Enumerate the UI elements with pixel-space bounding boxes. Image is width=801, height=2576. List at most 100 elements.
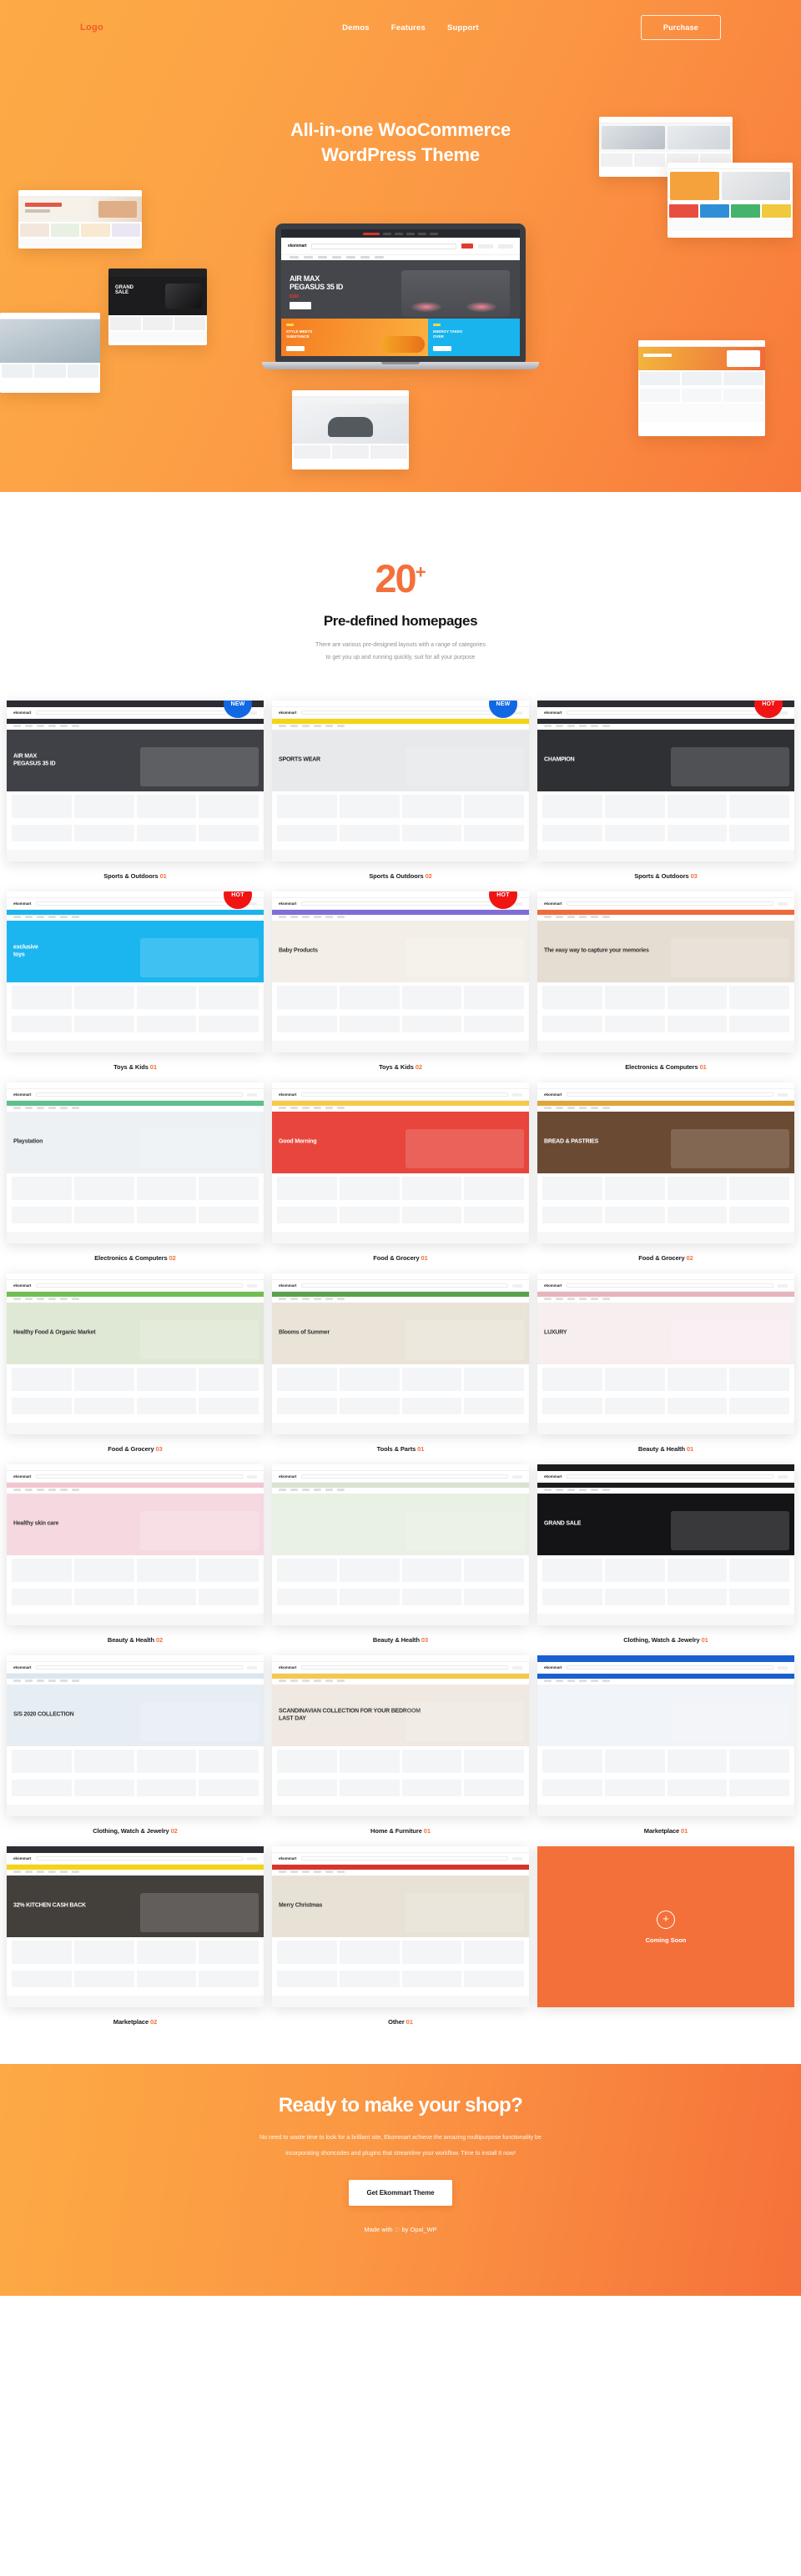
preview-nav [272,1679,529,1685]
demo-card-number: 01 [417,1445,425,1454]
coming-soon-card[interactable]: + Coming Soon [537,1846,794,2008]
preview-brand: ekommart [279,901,297,906]
preview-hero-image [406,1129,524,1169]
card-banner-headline: Playstation [13,1139,43,1145]
demo-card[interactable]: ekommart Playstation [7,1082,264,1244]
preview-footer [537,850,794,862]
preview-product-row [272,1937,529,1967]
nav-item-features[interactable]: Features [391,23,426,33]
site-logo[interactable]: Logo [80,23,103,33]
card-banner-headline: BREAD & PASTRIES [544,1139,599,1145]
preview-nav [537,1106,794,1112]
card-banner-headline: Blooms of Summer [279,1330,330,1336]
demo-card-number: 01 [159,872,167,881]
demo-card[interactable]: ekommart Blooms of Summer [272,1273,529,1435]
preview-topbar [537,1082,794,1090]
demo-card[interactable]: ekommart LUXURY [537,1273,794,1435]
preview-hero-banner: Playstation [7,1112,264,1174]
screen-contact-info [478,244,493,249]
demo-preview: ekommart [537,1655,794,1817]
demo-card[interactable]: ekommart S/S 2020 COLLECTION [7,1655,264,1817]
preview-search [35,1283,243,1288]
screen-banner-1: STYLE MEETS SUBSTANCE [281,319,428,356]
demo-card[interactable]: NEW ekommart SPORTS WEAR [272,700,529,862]
preview-icons [512,1474,522,1479]
preview-hero-banner: Healthy skin care [7,1494,264,1556]
preview-nav [7,1297,264,1303]
screen-search-bar [311,243,456,249]
demo-preview: ekommart Blooms of Summer [272,1273,529,1435]
demo-card[interactable]: HOT ekommart CHAMPION [537,700,794,862]
demo-cell: NEW ekommart SPORTS WEAR Sports & Outdoors … [272,689,529,880]
preview-product-row [272,1173,529,1203]
preview-icons [512,1283,522,1288]
demo-card-name: Electronics & Computers [625,1063,698,1072]
card-banner-headline: exclusive toys [13,944,38,958]
preview-product-row [537,1173,794,1203]
demo-cell: HOT ekommart exclusive toys Toys & Kids 01 [7,880,264,1071]
screen-header: ekommart [281,238,520,254]
preview-brand: ekommart [13,1474,32,1479]
demo-card-number: 02 [170,1827,178,1835]
screen-hero-headline: AIR MAX PEGASUS 35 ID [290,274,343,292]
demo-card[interactable]: ekommart Merry Christmas [272,1846,529,2008]
nav-item-demos[interactable]: Demos [342,23,370,33]
preview-topbar [272,1273,529,1281]
preview-footer [7,1614,264,1626]
demo-count-number: 20 [375,556,416,600]
demo-card[interactable]: NEW ekommart AIR MAX PEGASUS 35 ID [7,700,264,862]
preview-hero-banner: LUXURY [537,1303,794,1365]
demo-card[interactable]: ekommart SCANDINAVIAN COLLECTION FOR YOUR… [272,1655,529,1817]
demo-card[interactable]: ekommart The easy way to capture your mem… [537,891,794,1053]
preview-hero-image [140,938,259,978]
preview-product-row [272,1364,529,1394]
preview-hero-banner: 32% KITCHEN CASH BACK [7,1876,264,1938]
demo-card[interactable]: ekommart [272,1464,529,1626]
preview-brand: ekommart [544,1092,562,1097]
demo-card[interactable]: ekommart BREAD & PASTRIES [537,1082,794,1244]
demo-card[interactable]: ekommart GRAND SALE [537,1464,794,1626]
preview-nav [7,1106,264,1112]
preview-search [300,1856,508,1861]
demos-title: Pre-defined homepages [323,613,478,629]
card-banner-headline: The easy way to capture your memories [544,948,649,954]
preview-product-row [7,1585,264,1609]
preview-nav [272,724,529,730]
hero-mockup-grand-sale: GRAND SALE [108,269,207,345]
preview-search [300,1474,508,1479]
preview-hero-image [406,938,524,978]
preview-topbar [272,1846,529,1854]
get-theme-button[interactable]: Get Ekommart Theme [348,2179,453,2206]
demo-preview: ekommart BREAD & PASTRIES [537,1082,794,1244]
preview-topbar [7,1082,264,1090]
demo-card[interactable]: HOT ekommart Baby Products [272,891,529,1053]
demo-preview: ekommart Merry Christmas [272,1846,529,2008]
preview-product-row [537,1555,794,1585]
preview-topbar [537,1273,794,1281]
demo-card[interactable]: ekommart [537,1655,794,1817]
demo-card-caption: Marketplace 02 [7,2007,264,2026]
preview-nav [7,1679,264,1685]
preview-header: ekommart [272,1853,529,1865]
card-banner-headline: CHAMPION [544,757,575,763]
demo-card[interactable]: ekommart Healthy skin care [7,1464,264,1626]
preview-brand: ekommart [279,1092,297,1097]
preview-nav [537,915,794,921]
preview-hero-banner: Good Morning [272,1112,529,1174]
preview-product-row [537,1394,794,1418]
screen-search-button [461,244,473,249]
purchase-button[interactable]: Purchase [640,15,721,40]
demo-card[interactable]: ekommart Healthy Food & Organic Market [7,1273,264,1435]
preview-brand: ekommart [279,1474,297,1479]
preview-search [300,711,508,716]
preview-hero-image [406,1511,524,1551]
nav-item-support[interactable]: Support [447,23,479,33]
preview-product-row [7,1203,264,1227]
preview-icons [778,1474,788,1479]
demo-card[interactable]: ekommart 32% KITCHEN CASH BACK [7,1846,264,2008]
preview-icons [247,1474,257,1479]
preview-nav [272,1297,529,1303]
demo-card[interactable]: ekommart Good Morning [272,1082,529,1244]
screen-promo-banners: STYLE MEETS SUBSTANCE ENERGY TAKES OVER [281,319,520,356]
demo-card[interactable]: HOT ekommart exclusive toys [7,891,264,1053]
